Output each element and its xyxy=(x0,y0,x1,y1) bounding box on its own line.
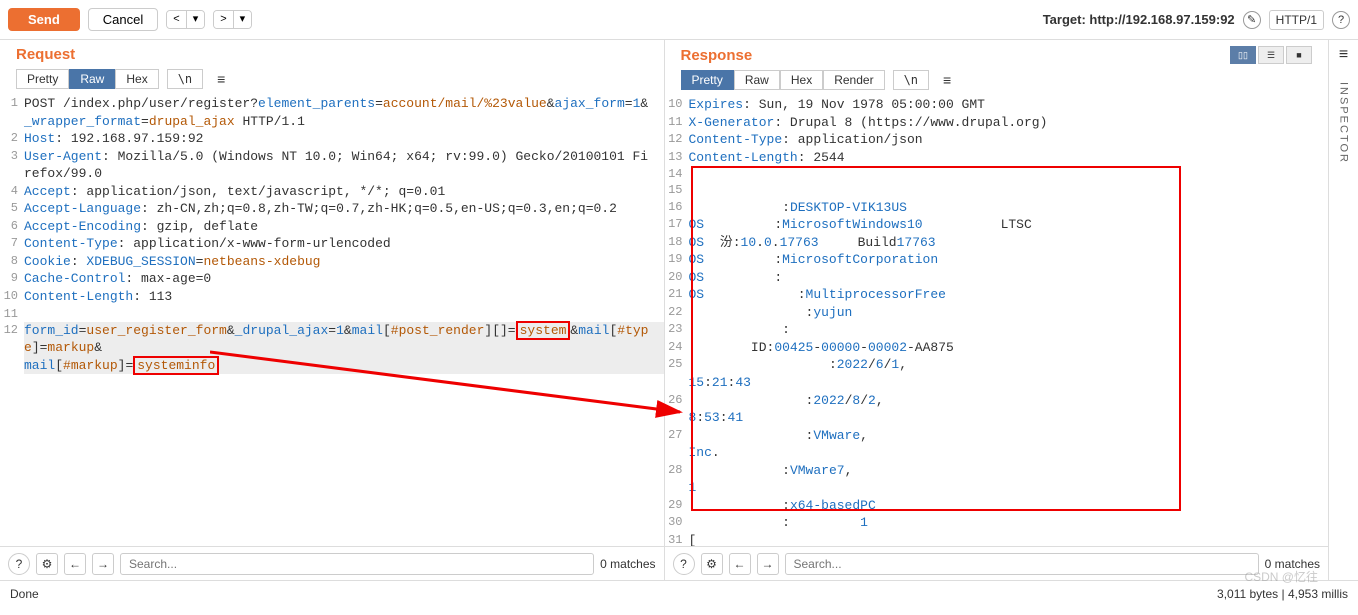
request-search-input[interactable] xyxy=(120,553,594,575)
response-options-icon[interactable]: ≡ xyxy=(937,72,957,88)
tab-pretty[interactable]: Pretty xyxy=(681,70,734,90)
tab-raw[interactable]: Raw xyxy=(69,69,115,89)
response-match-count: 0 matches xyxy=(1265,557,1320,571)
inspector-toggle-icon[interactable]: ≡ xyxy=(1339,46,1348,64)
request-title: Request xyxy=(16,46,75,63)
tab-raw[interactable]: Raw xyxy=(734,70,780,90)
search-prev-icon[interactable]: ← xyxy=(729,553,751,575)
tab-newline-toggle[interactable]: \n xyxy=(893,70,929,90)
response-footer: ? ⚙ ← → 0 matches xyxy=(665,546,1329,580)
response-search-input[interactable] xyxy=(785,553,1259,575)
layout-split-vertical-icon[interactable]: ▯▯ xyxy=(1230,46,1256,64)
main-split: Request Pretty Raw Hex \n ≡ 1POST /index… xyxy=(0,40,1358,580)
help-icon[interactable]: ? xyxy=(1332,11,1350,29)
tab-render[interactable]: Render xyxy=(823,70,884,90)
help-icon[interactable]: ? xyxy=(8,553,30,575)
cancel-button[interactable]: Cancel xyxy=(88,8,158,31)
history-back-button[interactable]: < xyxy=(167,11,186,28)
history-back-group: < ▾ xyxy=(166,10,205,29)
search-next-icon[interactable]: → xyxy=(92,553,114,575)
layout-toggles: ▯▯ ☰ ■ xyxy=(1230,46,1312,64)
tab-hex[interactable]: Hex xyxy=(780,70,823,90)
response-tabs: Pretty Raw Hex Render \n ≡ xyxy=(665,66,1329,94)
layout-split-horizontal-icon[interactable]: ☰ xyxy=(1258,46,1284,64)
send-button[interactable]: Send xyxy=(8,8,80,31)
settings-icon[interactable]: ⚙ xyxy=(701,553,723,575)
tab-newline-toggle[interactable]: \n xyxy=(167,69,203,89)
inspector-label: INSPECTOR xyxy=(1338,82,1350,164)
request-editor[interactable]: 1POST /index.php/user/register?element_p… xyxy=(0,93,664,546)
status-left: Done xyxy=(10,587,39,601)
search-next-icon[interactable]: → xyxy=(757,553,779,575)
inspector-sidebar[interactable]: ≡ INSPECTOR xyxy=(1328,40,1358,580)
history-forward-group: > ▾ xyxy=(213,10,252,29)
layout-single-icon[interactable]: ■ xyxy=(1286,46,1312,64)
response-pane: Response ▯▯ ☰ ■ Pretty Raw Hex Render \n… xyxy=(665,40,1329,580)
main-toolbar: Send Cancel < ▾ > ▾ Target: http://192.1… xyxy=(0,0,1358,40)
request-match-count: 0 matches xyxy=(600,557,655,571)
response-viewer[interactable]: 10Expires: Sun, 19 Nov 1978 05:00:00 GMT… xyxy=(665,94,1329,546)
history-forward-button[interactable]: > xyxy=(214,11,233,28)
request-tabs: Pretty Raw Hex \n ≡ xyxy=(0,65,664,93)
status-right: 3,011 bytes | 4,953 millis xyxy=(1217,587,1348,601)
request-pane: Request Pretty Raw Hex \n ≡ 1POST /index… xyxy=(0,40,665,580)
history-forward-dropdown[interactable]: ▾ xyxy=(234,11,252,28)
settings-icon[interactable]: ⚙ xyxy=(36,553,58,575)
target-label: Target: http://192.168.97.159:92 xyxy=(1043,12,1235,27)
tab-hex[interactable]: Hex xyxy=(115,69,158,89)
edit-target-icon[interactable]: ✎ xyxy=(1243,11,1261,29)
request-footer: ? ⚙ ← → 0 matches xyxy=(0,546,664,580)
search-prev-icon[interactable]: ← xyxy=(64,553,86,575)
request-options-icon[interactable]: ≡ xyxy=(211,71,231,87)
response-title: Response xyxy=(681,47,753,64)
history-back-dropdown[interactable]: ▾ xyxy=(187,11,205,28)
tab-pretty[interactable]: Pretty xyxy=(16,69,69,89)
status-bar: Done 3,011 bytes | 4,953 millis xyxy=(0,580,1358,606)
http-version-selector[interactable]: HTTP/1 xyxy=(1269,10,1324,30)
help-icon[interactable]: ? xyxy=(673,553,695,575)
